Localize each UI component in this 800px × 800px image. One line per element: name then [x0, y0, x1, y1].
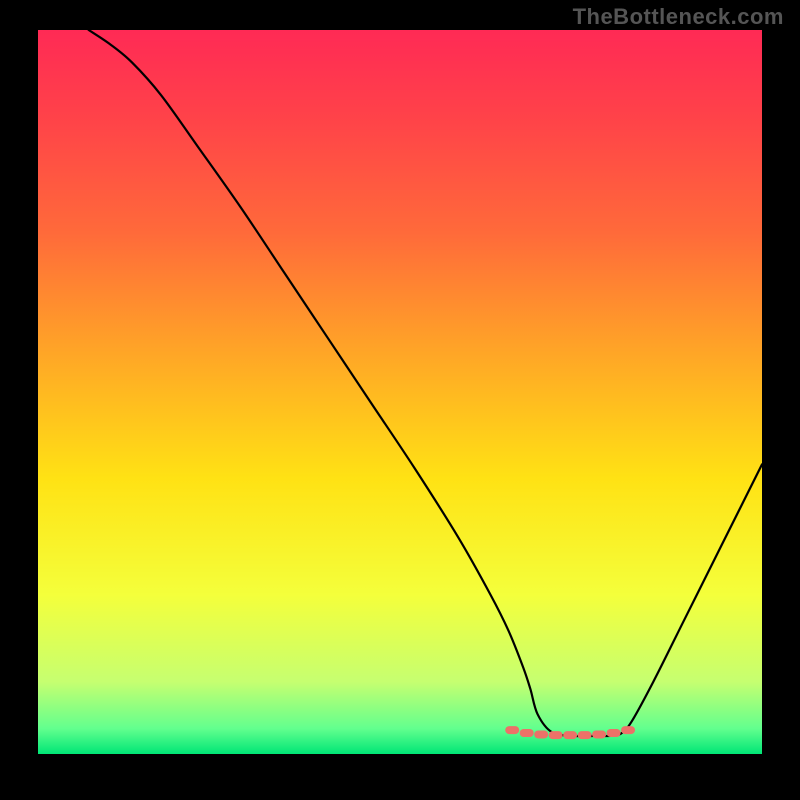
valley-marker: [607, 729, 621, 737]
valley-marker: [563, 731, 577, 739]
valley-marker: [534, 730, 548, 738]
watermark-text: TheBottleneck.com: [573, 4, 784, 30]
valley-marker: [520, 729, 534, 737]
valley-marker: [505, 726, 519, 734]
frame: TheBottleneck.com: [0, 0, 800, 800]
valley-marker: [549, 731, 563, 739]
valley-marker: [578, 731, 592, 739]
chart-svg: [38, 30, 762, 754]
gradient-rect: [38, 30, 762, 754]
valley-marker: [621, 726, 635, 734]
valley-marker: [592, 730, 606, 738]
plot-area: [38, 30, 762, 754]
